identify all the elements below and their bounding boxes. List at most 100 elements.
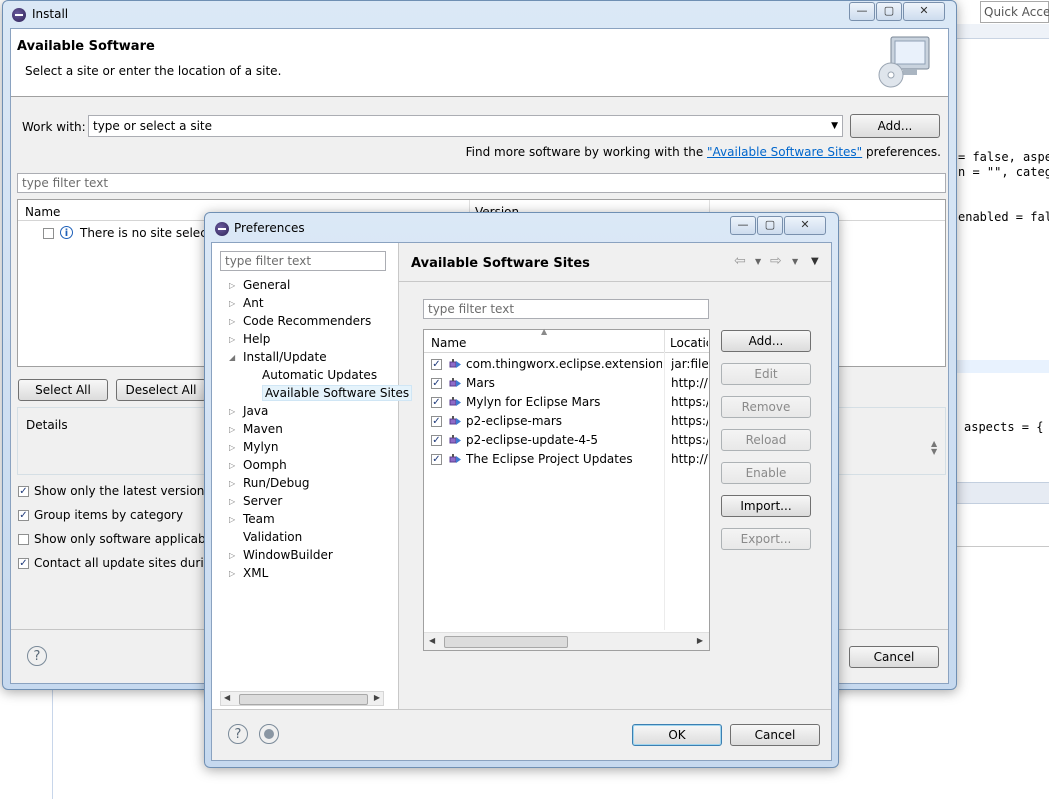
site-checkbox[interactable]: ✓: [431, 378, 442, 389]
scroll-right-icon[interactable]: ▶: [697, 636, 703, 645]
col-location-header[interactable]: Locatic: [670, 336, 708, 350]
site-edit-button[interactable]: Edit: [721, 363, 811, 385]
expanded-triangle-icon[interactable]: ◢: [229, 349, 235, 367]
import-export-prefs-icon[interactable]: [259, 724, 279, 744]
help-icon[interactable]: ?: [228, 724, 248, 744]
maximize-button[interactable]: ▢: [757, 216, 783, 235]
chevron-down-icon[interactable]: ▼: [831, 116, 838, 136]
table-row[interactable]: ✓ The Eclipse Project Updates http://: [424, 451, 709, 469]
sites-hscrollbar[interactable]: ◀ ▶: [424, 632, 709, 650]
collapsed-triangle-icon[interactable]: ▷: [229, 403, 235, 421]
option-checkbox-contact[interactable]: ✓: [18, 558, 29, 569]
maximize-button[interactable]: ▢: [876, 2, 902, 21]
table-row[interactable]: ✓ com.thingworx.eclipse.extension.u... jar…: [424, 356, 709, 374]
table-row[interactable]: ✓ p2-eclipse-mars https:/: [424, 413, 709, 431]
tree-item[interactable]: ▷ Run/Debug: [229, 474, 310, 492]
install-add-button[interactable]: Add...: [850, 114, 940, 138]
ok-button[interactable]: OK: [632, 724, 722, 746]
collapsed-triangle-icon[interactable]: ▷: [229, 475, 235, 493]
tree-item[interactable]: ▷ Mylyn: [229, 438, 279, 456]
prefs-cancel-button[interactable]: Cancel: [730, 724, 820, 746]
details-scroll-icon[interactable]: ▲ ▼: [931, 440, 937, 456]
table-row[interactable]: ✓ Mylyn for Eclipse Mars https:/: [424, 394, 709, 412]
site-checkbox[interactable]: ✓: [431, 397, 442, 408]
tree-item[interactable]: Available Software Sites: [262, 384, 413, 402]
collapsed-triangle-icon[interactable]: ▷: [229, 295, 235, 313]
collapsed-triangle-icon[interactable]: ▷: [229, 421, 235, 439]
collapsed-triangle-icon[interactable]: ▷: [229, 277, 235, 295]
tree-item[interactable]: Automatic Updates: [262, 366, 377, 384]
tree-item[interactable]: ▷ WindowBuilder: [229, 546, 333, 564]
site-checkbox[interactable]: ✓: [431, 454, 442, 465]
col-name-header[interactable]: Name: [431, 336, 466, 350]
view-menu-icon[interactable]: ▼: [811, 256, 819, 267]
deselect-all-button[interactable]: Deselect All: [116, 379, 206, 401]
work-with-combo[interactable]: type or select a site ▼: [88, 115, 843, 137]
preferences-tree[interactable]: ▷ General ▷ Ant ▷ Code Recommenders ▷ Help ◢ Inst…: [212, 276, 413, 692]
tree-item-label: WindowBuilder: [243, 548, 333, 562]
table-row[interactable]: ✓ p2-eclipse-update-4-5 https:/: [424, 432, 709, 450]
forward-arrow-icon[interactable]: ⇨: [770, 253, 782, 269]
option-checkbox-group[interactable]: ✓: [18, 510, 29, 521]
no-site-checkbox[interactable]: [43, 228, 54, 239]
site-add-button[interactable]: Add...: [721, 330, 811, 352]
collapsed-triangle-icon[interactable]: ▷: [229, 547, 235, 565]
close-button[interactable]: ✕: [903, 2, 945, 21]
minimize-button[interactable]: —: [730, 216, 756, 235]
scroll-left-icon[interactable]: ◀: [429, 636, 435, 645]
site-import-button[interactable]: Import...: [721, 495, 811, 517]
tree-item[interactable]: ▷ Java: [229, 402, 268, 420]
back-arrow-icon[interactable]: ⇦: [734, 253, 746, 269]
col-name-header[interactable]: Name: [25, 205, 60, 219]
tree-item[interactable]: ▷ Ant: [229, 294, 264, 312]
tree-item[interactable]: Validation: [243, 528, 302, 546]
install-cancel-button[interactable]: Cancel: [849, 646, 939, 668]
collapsed-triangle-icon[interactable]: ▷: [229, 313, 235, 331]
available-sites-link[interactable]: "Available Software Sites": [707, 145, 862, 159]
collapsed-triangle-icon[interactable]: ▷: [229, 511, 235, 529]
collapsed-triangle-icon[interactable]: ▷: [229, 331, 235, 349]
tree-item[interactable]: ▷ Maven: [229, 420, 283, 438]
tree-item[interactable]: ▷ Help: [229, 330, 270, 348]
site-checkbox[interactable]: ✓: [431, 435, 442, 446]
back-menu-chevron-down-icon[interactable]: ▼: [755, 257, 761, 266]
tree-item[interactable]: ▷ Team: [229, 510, 275, 528]
install-filter-input[interactable]: type filter text: [17, 173, 946, 193]
forward-menu-chevron-down-icon[interactable]: ▼: [792, 257, 798, 266]
sites-table[interactable]: ▲ Name Locatic ✓ com.thingworx.eclipse.ex…: [423, 327, 710, 651]
help-icon[interactable]: ?: [27, 646, 47, 666]
tree-item[interactable]: ▷ Server: [229, 492, 282, 510]
select-all-button[interactable]: Select All: [18, 379, 108, 401]
quick-access-field[interactable]: Quick Access: [980, 1, 1049, 23]
sites-filter-input[interactable]: type filter text: [423, 299, 709, 319]
tree-item[interactable]: ▷ Code Recommenders: [229, 312, 371, 330]
collapsed-triangle-icon[interactable]: ▷: [229, 493, 235, 511]
tree-item[interactable]: ▷ Oomph: [229, 456, 287, 474]
tree-item-label: Install/Update: [243, 350, 327, 364]
site-name: p2-eclipse-update-4-5: [466, 433, 599, 447]
table-row[interactable]: ✓ Mars http://: [424, 375, 709, 393]
scroll-thumb[interactable]: [444, 636, 568, 648]
site-checkbox[interactable]: ✓: [431, 416, 442, 427]
scroll-left-icon[interactable]: ◀: [224, 693, 230, 702]
minimize-button[interactable]: —: [849, 2, 875, 21]
site-remove-button[interactable]: Remove: [721, 396, 811, 418]
collapsed-triangle-icon[interactable]: ▷: [229, 457, 235, 475]
tree-hscrollbar[interactable]: ◀ ▶: [220, 691, 384, 706]
tree-item[interactable]: ▷ General: [229, 276, 290, 294]
scroll-thumb[interactable]: [239, 694, 368, 705]
prefs-filter-input[interactable]: type filter text: [220, 251, 386, 271]
scroll-right-icon[interactable]: ▶: [374, 693, 380, 702]
collapsed-triangle-icon[interactable]: ▷: [229, 439, 235, 457]
update-site-icon: [449, 415, 461, 427]
tree-item[interactable]: ▷ XML: [229, 564, 268, 582]
close-button[interactable]: ✕: [784, 216, 826, 235]
site-enable-button[interactable]: Enable: [721, 462, 811, 484]
tree-item[interactable]: ◢ Install/Update: [229, 348, 327, 366]
option-checkbox-latest[interactable]: ✓: [18, 486, 29, 497]
site-reload-button[interactable]: Reload: [721, 429, 811, 451]
collapsed-triangle-icon[interactable]: ▷: [229, 565, 235, 583]
site-checkbox[interactable]: ✓: [431, 359, 442, 370]
site-export-button[interactable]: Export...: [721, 528, 811, 550]
option-checkbox-applicable[interactable]: [18, 534, 29, 545]
